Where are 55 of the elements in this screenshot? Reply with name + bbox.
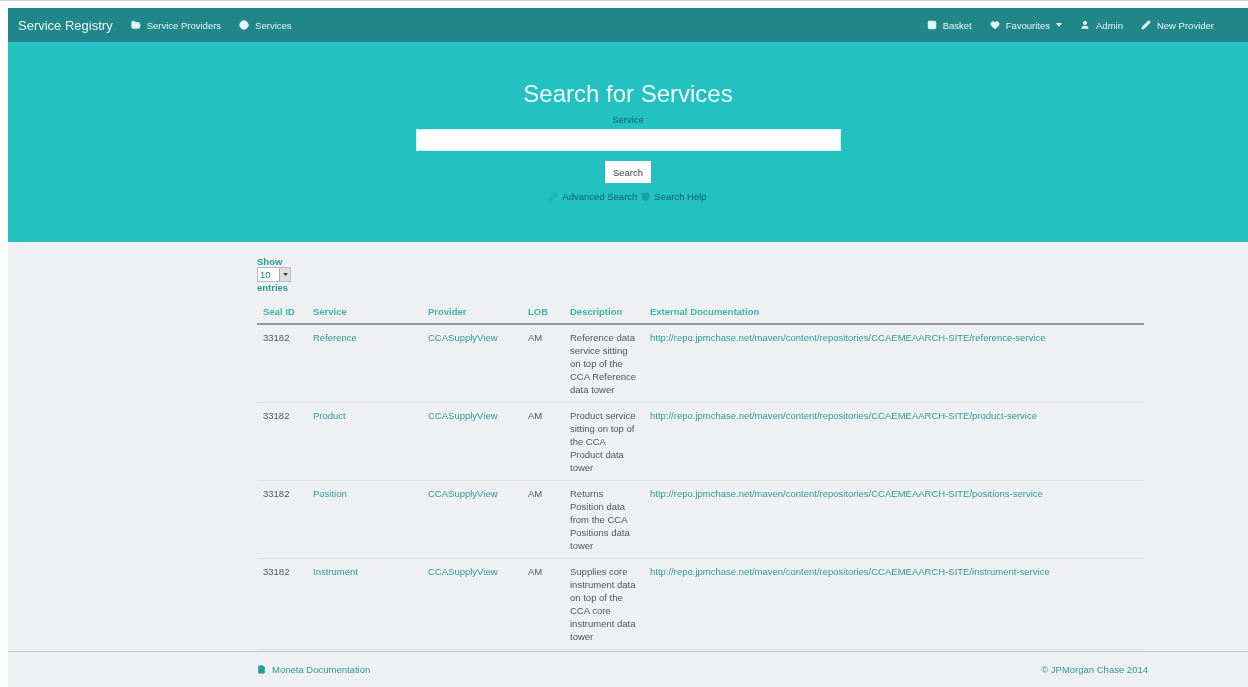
search-field[interactable]	[415, 129, 841, 151]
table-cell: 33182	[257, 558, 307, 650]
service-link[interactable]: Position	[307, 480, 422, 559]
table-cell: 33182	[257, 324, 307, 403]
table-cell: AM	[522, 324, 564, 403]
provider-link[interactable]: CCASupplyView	[422, 480, 522, 559]
heart-icon	[989, 20, 1000, 30]
service-link[interactable]: Product	[307, 402, 422, 481]
table-cell: AM	[522, 480, 564, 559]
table-cell: 33182	[257, 402, 307, 481]
column-header[interactable]: External Documentation	[644, 305, 1144, 324]
wrench-icon	[549, 192, 559, 201]
service-link[interactable]: Instrument	[307, 558, 422, 650]
nav-link[interactable]: Service Providers	[130, 19, 222, 31]
banner-link[interactable]: Search Help	[654, 191, 707, 202]
service-link[interactable]: Reference	[307, 324, 422, 403]
description-cell: Product service sitting on top of the CCA Product data tower	[564, 402, 644, 481]
table-cell: 33182	[257, 480, 307, 559]
banner-link[interactable]: Advanced Search	[562, 191, 638, 202]
nav-link[interactable]: Admin	[1080, 19, 1123, 31]
documentation-link[interactable]: http://repo.jpmchase.net/maven/content/repositories/CCAEMEAARCH-SITE/reference-service	[644, 324, 1144, 403]
table-cell: AM	[522, 558, 564, 650]
page-title: Search for Services	[523, 80, 733, 108]
entries-label: entries	[257, 282, 290, 293]
footer-link[interactable]: Moneta Documentation	[257, 664, 371, 675]
brand-title[interactable]: Service Registry	[18, 17, 113, 33]
entries-select[interactable]: 10	[257, 267, 291, 282]
user-icon	[1080, 20, 1091, 30]
description-cell: Returns Position data from the CCA Positions data tower	[564, 480, 644, 559]
nav-link[interactable]: Favourites	[989, 19, 1063, 31]
documentation-link[interactable]: http://repo.jpmchase.net/maven/content/repositories/CCAEMEAARCH-SITE/instrument-service	[644, 558, 1144, 650]
provider-link[interactable]: CCASupplyView	[422, 558, 522, 650]
field-label: Service	[612, 114, 644, 125]
column-header[interactable]: Service	[307, 305, 422, 324]
documentation-link[interactable]: http://repo.jpmchase.net/maven/content/repositories/CCAEMEAARCH-SITE/product-service	[644, 402, 1144, 481]
show-label: Show	[257, 256, 284, 267]
description-cell: Reference data service sitting on top of the CCA Reference data tower	[564, 324, 644, 403]
file-icon	[257, 665, 266, 674]
folder-icon	[130, 20, 141, 30]
nav-link[interactable]: New Provider	[1140, 19, 1214, 31]
nav-link[interactable]: Basket	[926, 19, 972, 31]
description-cell: Supplies core instrument data on top of the CCA core instrument data tower	[564, 558, 644, 650]
column-header[interactable]: Description	[564, 305, 644, 324]
search-button[interactable]: Search	[604, 161, 652, 183]
column-header[interactable]: LOB	[522, 305, 564, 324]
table-cell: AM	[522, 402, 564, 481]
documentation-link[interactable]: http://repo.jpmchase.net/maven/content/repositories/CCAEMEAARCH-SITE/positions-service	[644, 480, 1144, 559]
pencil-icon	[1140, 20, 1151, 30]
provider-link[interactable]: CCASupplyView	[422, 402, 522, 481]
column-header[interactable]: Provider	[422, 305, 522, 324]
provider-link[interactable]: CCASupplyView	[422, 324, 522, 403]
nav-link[interactable]: Services	[239, 19, 292, 31]
copyright-text: © JPMorgan Chase 2014	[1041, 664, 1148, 675]
column-header[interactable]: Seal ID	[257, 305, 307, 324]
caret-icon	[282, 273, 288, 276]
